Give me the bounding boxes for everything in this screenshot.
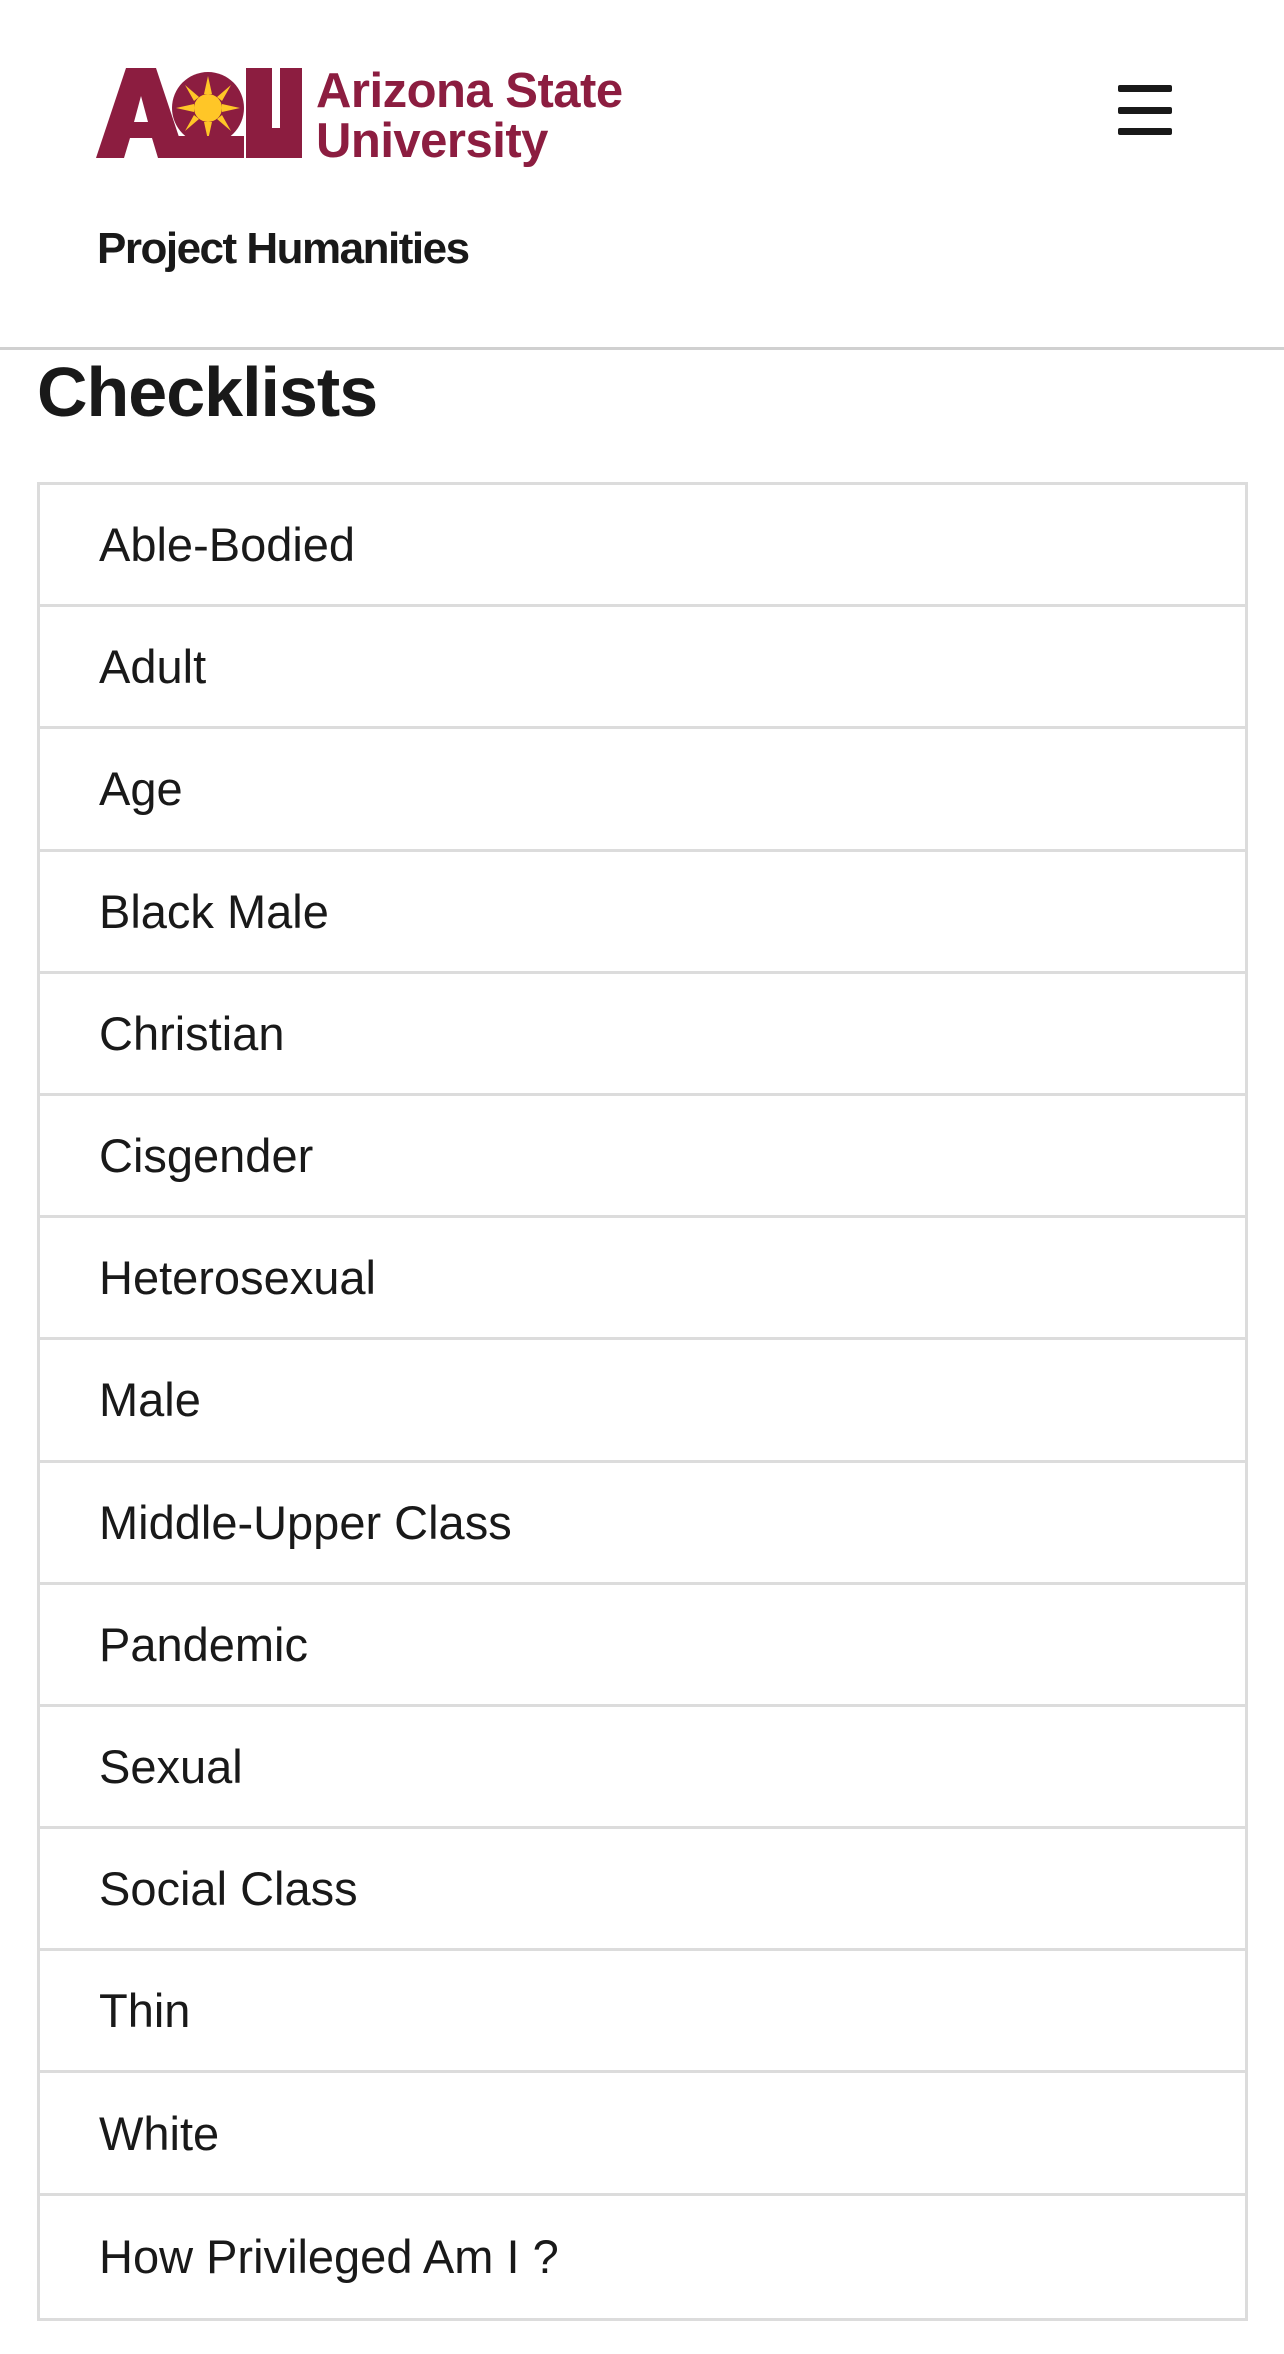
checklist-item-sexual[interactable]: Sexual [40,1706,1245,1830]
checklist-item-black-male[interactable]: Black Male [40,851,1245,974]
menu-bar-top [1118,85,1172,92]
menu-bar-bottom [1118,128,1172,135]
checklist-item-pandemic[interactable]: Pandemic [40,1584,1245,1707]
checklist-item-adult[interactable]: Adult [40,607,1245,730]
checklist-item-social-class[interactable]: Social Class [40,1829,1245,1952]
checklist-item-middle-upper-class[interactable]: Middle-Upper Class [40,1462,1245,1585]
checklist-item-christian[interactable]: Christian [40,973,1245,1096]
checklist-item-able-bodied[interactable]: Able-Bodied [40,485,1245,608]
hamburger-menu-icon[interactable] [1118,85,1172,135]
site-title-link[interactable]: Project Humanities [97,224,470,274]
checklist-item-age[interactable]: Age [40,729,1245,852]
site-header: Arizona State University Project Humanit… [0,0,1284,350]
checklist-item-heterosexual[interactable]: Heterosexual [40,1218,1245,1341]
asu-logo[interactable]: Arizona State University [96,66,623,166]
checklist-item-how-privileged[interactable]: How Privileged Am I ? [40,2195,1245,2318]
checklist-list: Able-Bodied Adult Age Black Male Christi… [37,482,1248,2321]
page-title: Checklists [37,353,378,431]
checklist-item-white[interactable]: White [40,2073,1245,2196]
menu-bar-middle [1118,106,1172,114]
asu-logo-mark [96,68,302,158]
logo-wordmark: Arizona State University [316,66,623,166]
logo-line-1: Arizona State [316,64,623,118]
checklist-item-cisgender[interactable]: Cisgender [40,1095,1245,1219]
checklist-item-male[interactable]: Male [40,1340,1245,1463]
checklist-item-thin[interactable]: Thin [40,1951,1245,2074]
logo-line-2: University [316,114,548,168]
